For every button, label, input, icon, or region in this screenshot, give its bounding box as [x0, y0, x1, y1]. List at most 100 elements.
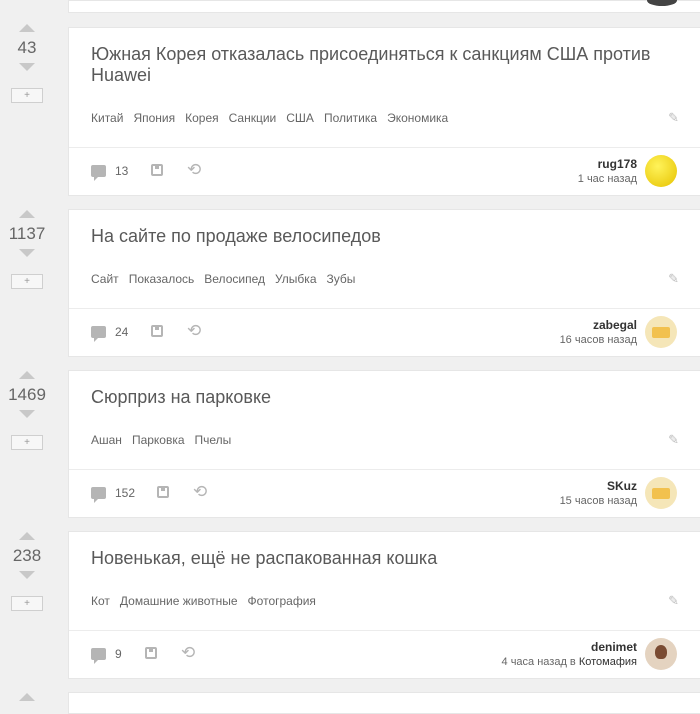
tag[interactable]: Улыбка [275, 272, 317, 286]
save-icon[interactable] [151, 325, 163, 337]
post-card: На сайте по продаже велосипедов Сайт Пока… [68, 209, 700, 357]
previous-post-card [68, 0, 700, 13]
tag[interactable]: Политика [324, 111, 377, 125]
post-time: 1 час назад [577, 173, 637, 185]
tag[interactable]: Парковка [132, 433, 185, 447]
author-name[interactable]: zabegal [560, 318, 637, 332]
comment-icon [91, 487, 106, 503]
avatar[interactable] [645, 155, 677, 187]
post-card: Сюрприз на парковке Ашан Парковка Пчелы ✎ … [68, 370, 700, 518]
post-title[interactable]: На сайте по продаже велосипедов [91, 226, 681, 247]
downvote-icon[interactable] [19, 410, 35, 418]
post-card: Новенькая, ещё не распакованная кошка Ко… [68, 531, 700, 679]
vote-panel: 238 + [0, 532, 54, 611]
downvote-icon[interactable] [19, 249, 35, 257]
upvote-icon[interactable] [19, 371, 35, 379]
author-block: zabegal 16 часов назад [560, 318, 637, 348]
save-plus-button[interactable]: + [11, 435, 43, 450]
share-icon[interactable]: ⟲ [187, 322, 201, 339]
post-score: 1137 [8, 224, 46, 243]
save-icon[interactable] [157, 486, 169, 498]
tag[interactable]: Сайт [91, 272, 119, 286]
upvote-icon[interactable] [19, 532, 35, 540]
downvote-icon[interactable] [19, 63, 35, 71]
post-title[interactable]: Сюрприз на парковке [91, 387, 681, 408]
comment-icon [91, 165, 106, 181]
avatar[interactable] [645, 477, 677, 509]
tag[interactable]: Экономика [387, 111, 448, 125]
tag[interactable]: Ашан [91, 433, 122, 447]
post-footer: 152 ⟲ SKuz 15 часов назад [69, 469, 700, 517]
comments-button[interactable]: 152 [91, 486, 136, 503]
comments-button[interactable]: 9 [91, 647, 122, 664]
avatar[interactable] [645, 316, 677, 348]
edit-tags-icon[interactable]: ✎ [668, 271, 679, 287]
tag-list: Сайт Показалось Велосипед Улыбка Зубы [91, 272, 365, 286]
author-name[interactable]: denimet [502, 640, 637, 654]
downvote-icon[interactable] [19, 571, 35, 579]
save-plus-button[interactable]: + [11, 274, 43, 289]
share-icon[interactable]: ⟲ [187, 161, 201, 178]
comment-icon [91, 326, 106, 342]
tag[interactable]: Япония [133, 111, 175, 125]
comment-count: 9 [115, 647, 122, 661]
vote-panel [0, 693, 54, 701]
post-time: 16 часов назад [559, 334, 637, 346]
author-name[interactable]: rug178 [578, 157, 637, 171]
post-score: 238 [12, 546, 42, 565]
author-block: rug178 1 час назад [578, 157, 637, 187]
author-block: SKuz 15 часов назад [560, 479, 637, 509]
post-score: 43 [17, 38, 37, 57]
avatar[interactable] [645, 638, 677, 670]
tag-list: Китай Япония Корея Санкции США Политика Эконом… [91, 111, 458, 125]
vote-panel: 1137 + [0, 210, 54, 289]
tag[interactable]: Китай [91, 111, 123, 125]
save-plus-button[interactable]: + [11, 596, 43, 611]
upvote-icon[interactable] [19, 693, 35, 701]
comment-count: 24 [115, 325, 129, 339]
next-post-card [68, 692, 700, 714]
upvote-icon[interactable] [19, 24, 35, 32]
share-icon[interactable]: ⟲ [181, 644, 195, 661]
tag[interactable]: Велосипед [204, 272, 265, 286]
comments-button[interactable]: 24 [91, 325, 129, 342]
save-plus-button[interactable]: + [11, 88, 43, 103]
post-footer: 9 ⟲ denimet 4 часа назад в Котомафия [69, 630, 700, 678]
tag[interactable]: Показалось [129, 272, 195, 286]
author-name[interactable]: SKuz [560, 479, 637, 493]
save-icon[interactable] [145, 647, 157, 659]
tag[interactable]: США [286, 111, 314, 125]
comment-count: 13 [115, 164, 129, 178]
post-title[interactable]: Новенькая, ещё не распакованная кошка [91, 548, 681, 569]
tag[interactable]: Домашние животные [120, 594, 238, 608]
tag[interactable]: Кот [91, 594, 110, 608]
post-time: 15 часов назад [559, 495, 637, 507]
comment-count: 152 [115, 486, 136, 500]
post-footer: 24 ⟲ zabegal 16 часов назад [69, 308, 700, 356]
post-card: Южная Корея отказалась присоединяться к … [68, 27, 700, 196]
author-block: denimet 4 часа назад в Котомафия [502, 640, 637, 670]
community-link[interactable]: Котомафия [579, 656, 637, 668]
share-icon[interactable]: ⟲ [193, 483, 207, 500]
avatar[interactable] [647, 0, 677, 6]
tag[interactable]: Зубы [327, 272, 356, 286]
vote-panel: 43 + [0, 24, 54, 103]
comments-button[interactable]: 13 [91, 164, 129, 181]
edit-tags-icon[interactable]: ✎ [668, 110, 679, 126]
tag[interactable]: Фотография [248, 594, 316, 608]
comment-icon [91, 648, 106, 664]
save-icon[interactable] [151, 164, 163, 176]
tag[interactable]: Пчелы [195, 433, 232, 447]
post-footer: 13 ⟲ rug178 1 час назад [69, 147, 700, 195]
tag-list: Ашан Парковка Пчелы [91, 433, 241, 447]
vote-panel: 1469 + [0, 371, 54, 450]
post-score: 1469 [8, 385, 46, 404]
tag[interactable]: Корея [185, 111, 219, 125]
edit-tags-icon[interactable]: ✎ [668, 593, 679, 609]
tag[interactable]: Санкции [229, 111, 277, 125]
edit-tags-icon[interactable]: ✎ [668, 432, 679, 448]
tag-list: Кот Домашние животные Фотография [91, 594, 326, 608]
post-time: 4 часа назад в Котомафия [501, 656, 637, 668]
post-title[interactable]: Южная Корея отказалась присоединяться к … [91, 44, 681, 86]
upvote-icon[interactable] [19, 210, 35, 218]
